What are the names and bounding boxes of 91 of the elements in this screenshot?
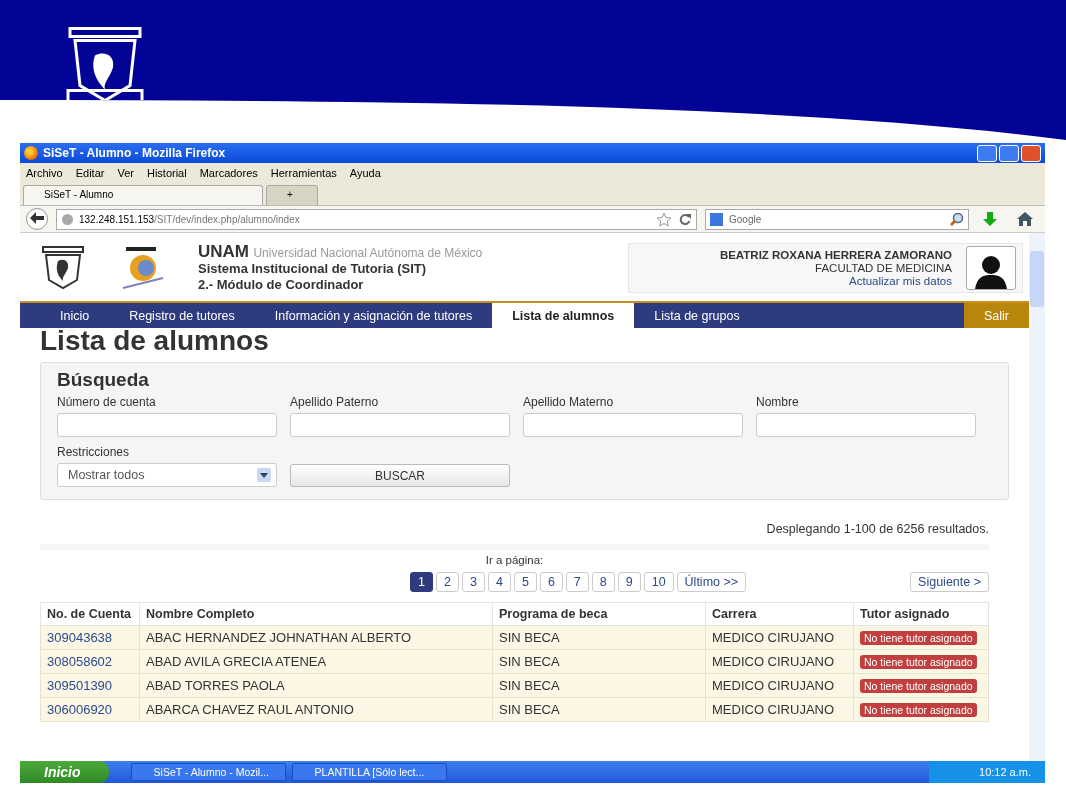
module-title: 2.- Módulo de Coordinador [198,276,365,293]
user-faculty: FACULTAD DE MEDICINA [814,261,952,275]
column-header: Nombre Completo [139,602,493,626]
table-cell: MEDICO CIRUJANO [705,673,854,698]
input-field[interactable] [523,413,743,437]
column-header: No. de Cuenta [40,602,140,626]
nav-tab[interactable]: Registro de tutores [109,303,255,328]
nav-tab[interactable]: Inicio [20,303,110,328]
left-arrow-icon [30,212,44,224]
avatar-icon [966,246,1016,290]
window-title: SiSeT - Alumno - Mozilla Firefox [43,146,227,160]
update-data-link[interactable]: Actualizar mis datos [849,274,952,287]
search-button[interactable]: BUSCAR [290,464,510,487]
table-cell: SIN BECA [492,673,706,698]
nav-tab[interactable]: Lista de alumnos [492,303,635,328]
back-button[interactable] [26,208,48,230]
status-label: No tiene tutor asignado [860,655,977,669]
field-label: Apellido Materno [523,395,615,409]
status-label: No tiene tutor asignado [860,703,977,717]
input-field[interactable] [290,413,510,437]
taskbar-task[interactable]: SiSeT - Alumno - Mozil... [130,763,286,781]
menu-item[interactable]: Marcadores [199,166,258,179]
column-header: Tutor asignado [853,602,989,626]
page-link[interactable]: 10 [643,572,674,592]
table-cell: SIN BECA [492,649,706,674]
table-cell: MEDICO CIRUJANO [705,697,854,722]
field-label: Número de cuenta [57,395,157,409]
menu-item[interactable]: Herramientas [270,166,337,179]
menu-item[interactable]: Ayuda [349,166,381,179]
field-label: Restricciones [57,445,131,459]
table-cell: ABAD TORRES PAOLA [139,673,493,698]
system-title: Sistema Institucional de Tutoria (SIT) [198,260,427,277]
results-summary: Desplegando 1-100 de 6256 resultados. [765,522,990,536]
search-icon[interactable] [950,212,964,226]
minimize-button[interactable] [977,144,997,162]
menu-item[interactable]: Editar [75,166,105,179]
table-cell: ABAD AVILA GRECIA ATENEA [139,649,493,674]
restriction-dropdown[interactable]: Mostrar todos [57,463,277,487]
next-page-link[interactable]: Siguiente > [910,572,989,592]
nav-tab[interactable]: Lista de grupos [634,303,760,328]
table-cell: MEDICO CIRUJANO [705,625,854,650]
page-link[interactable]: 8 [591,572,615,592]
browser-tab[interactable]: SiSeT - Alumno [23,185,263,205]
close-button[interactable] [1021,144,1041,162]
table-cell: ABARCA CHAVEZ RAUL ANTONIO [139,697,493,722]
status-label: No tiene tutor asignado [860,679,977,693]
page-link[interactable]: 2 [436,572,459,592]
column-header: Carrera [705,602,854,626]
menu-item[interactable]: Archivo [26,166,63,179]
status-label: No tiene tutor asignado [860,631,977,645]
caret-icon [257,468,271,482]
page-title: Lista de alumnos [40,326,270,356]
address-field[interactable]: 132.248.151.153/SIT/dev/index.php/alumno/index [56,208,697,230]
page-link[interactable]: 1 [410,572,434,592]
table-cell: MEDICO CIRUJANO [705,649,854,674]
field-label: Apellido Paterno [290,395,380,409]
input-field[interactable] [57,413,277,437]
table-cell: ABAC HERNANDEZ JOHNATHAN ALBERTO [139,625,493,650]
browser-tab[interactable]: + [266,185,318,205]
page-link[interactable]: 6 [539,572,563,592]
input-field[interactable] [756,413,976,437]
table-cell: SIN BECA [492,697,706,722]
field-label: Nombre [756,395,800,409]
search-title: Búsqueda [57,369,150,391]
start-button[interactable]: Inicio [20,761,109,783]
menu-item[interactable]: Historial [146,166,187,179]
menu-item[interactable]: Ver [117,166,134,179]
restore-button[interactable] [999,144,1019,162]
column-header: Programa de beca [492,602,706,626]
page-link[interactable]: 5 [513,572,537,592]
clock: 10:12 a.m. [979,766,1031,778]
page-link[interactable]: 4 [487,572,511,592]
home-icon[interactable] [1017,212,1033,226]
nav-tab[interactable]: Información y asignación de tutores [254,303,493,328]
brand-subtitle: Universidad Nacional Autónoma de México [253,245,483,260]
page-link[interactable]: 9 [617,572,641,592]
goto-page-label: Ir a página: [484,554,545,566]
reload-icon[interactable] [679,213,691,225]
download-arrow-icon[interactable] [983,212,997,226]
user-name: BEATRIZ ROXANA HERRERA ZAMORANO [719,248,952,262]
scrollbar-drawing[interactable] [1029,233,1045,761]
table-cell: SIN BECA [492,625,706,650]
search-field[interactable]: Google [705,208,969,230]
page-link[interactable]: 7 [565,572,589,592]
globe-icon [62,213,73,225]
last-page-link[interactable]: Último >> [676,572,747,592]
page-link[interactable]: 3 [462,572,485,592]
star-icon[interactable] [657,212,671,226]
taskbar-task[interactable]: PLANTILLA [Sólo lect... [291,763,447,781]
firefox-icon [24,146,38,160]
brand-title: UNAM [198,241,249,261]
